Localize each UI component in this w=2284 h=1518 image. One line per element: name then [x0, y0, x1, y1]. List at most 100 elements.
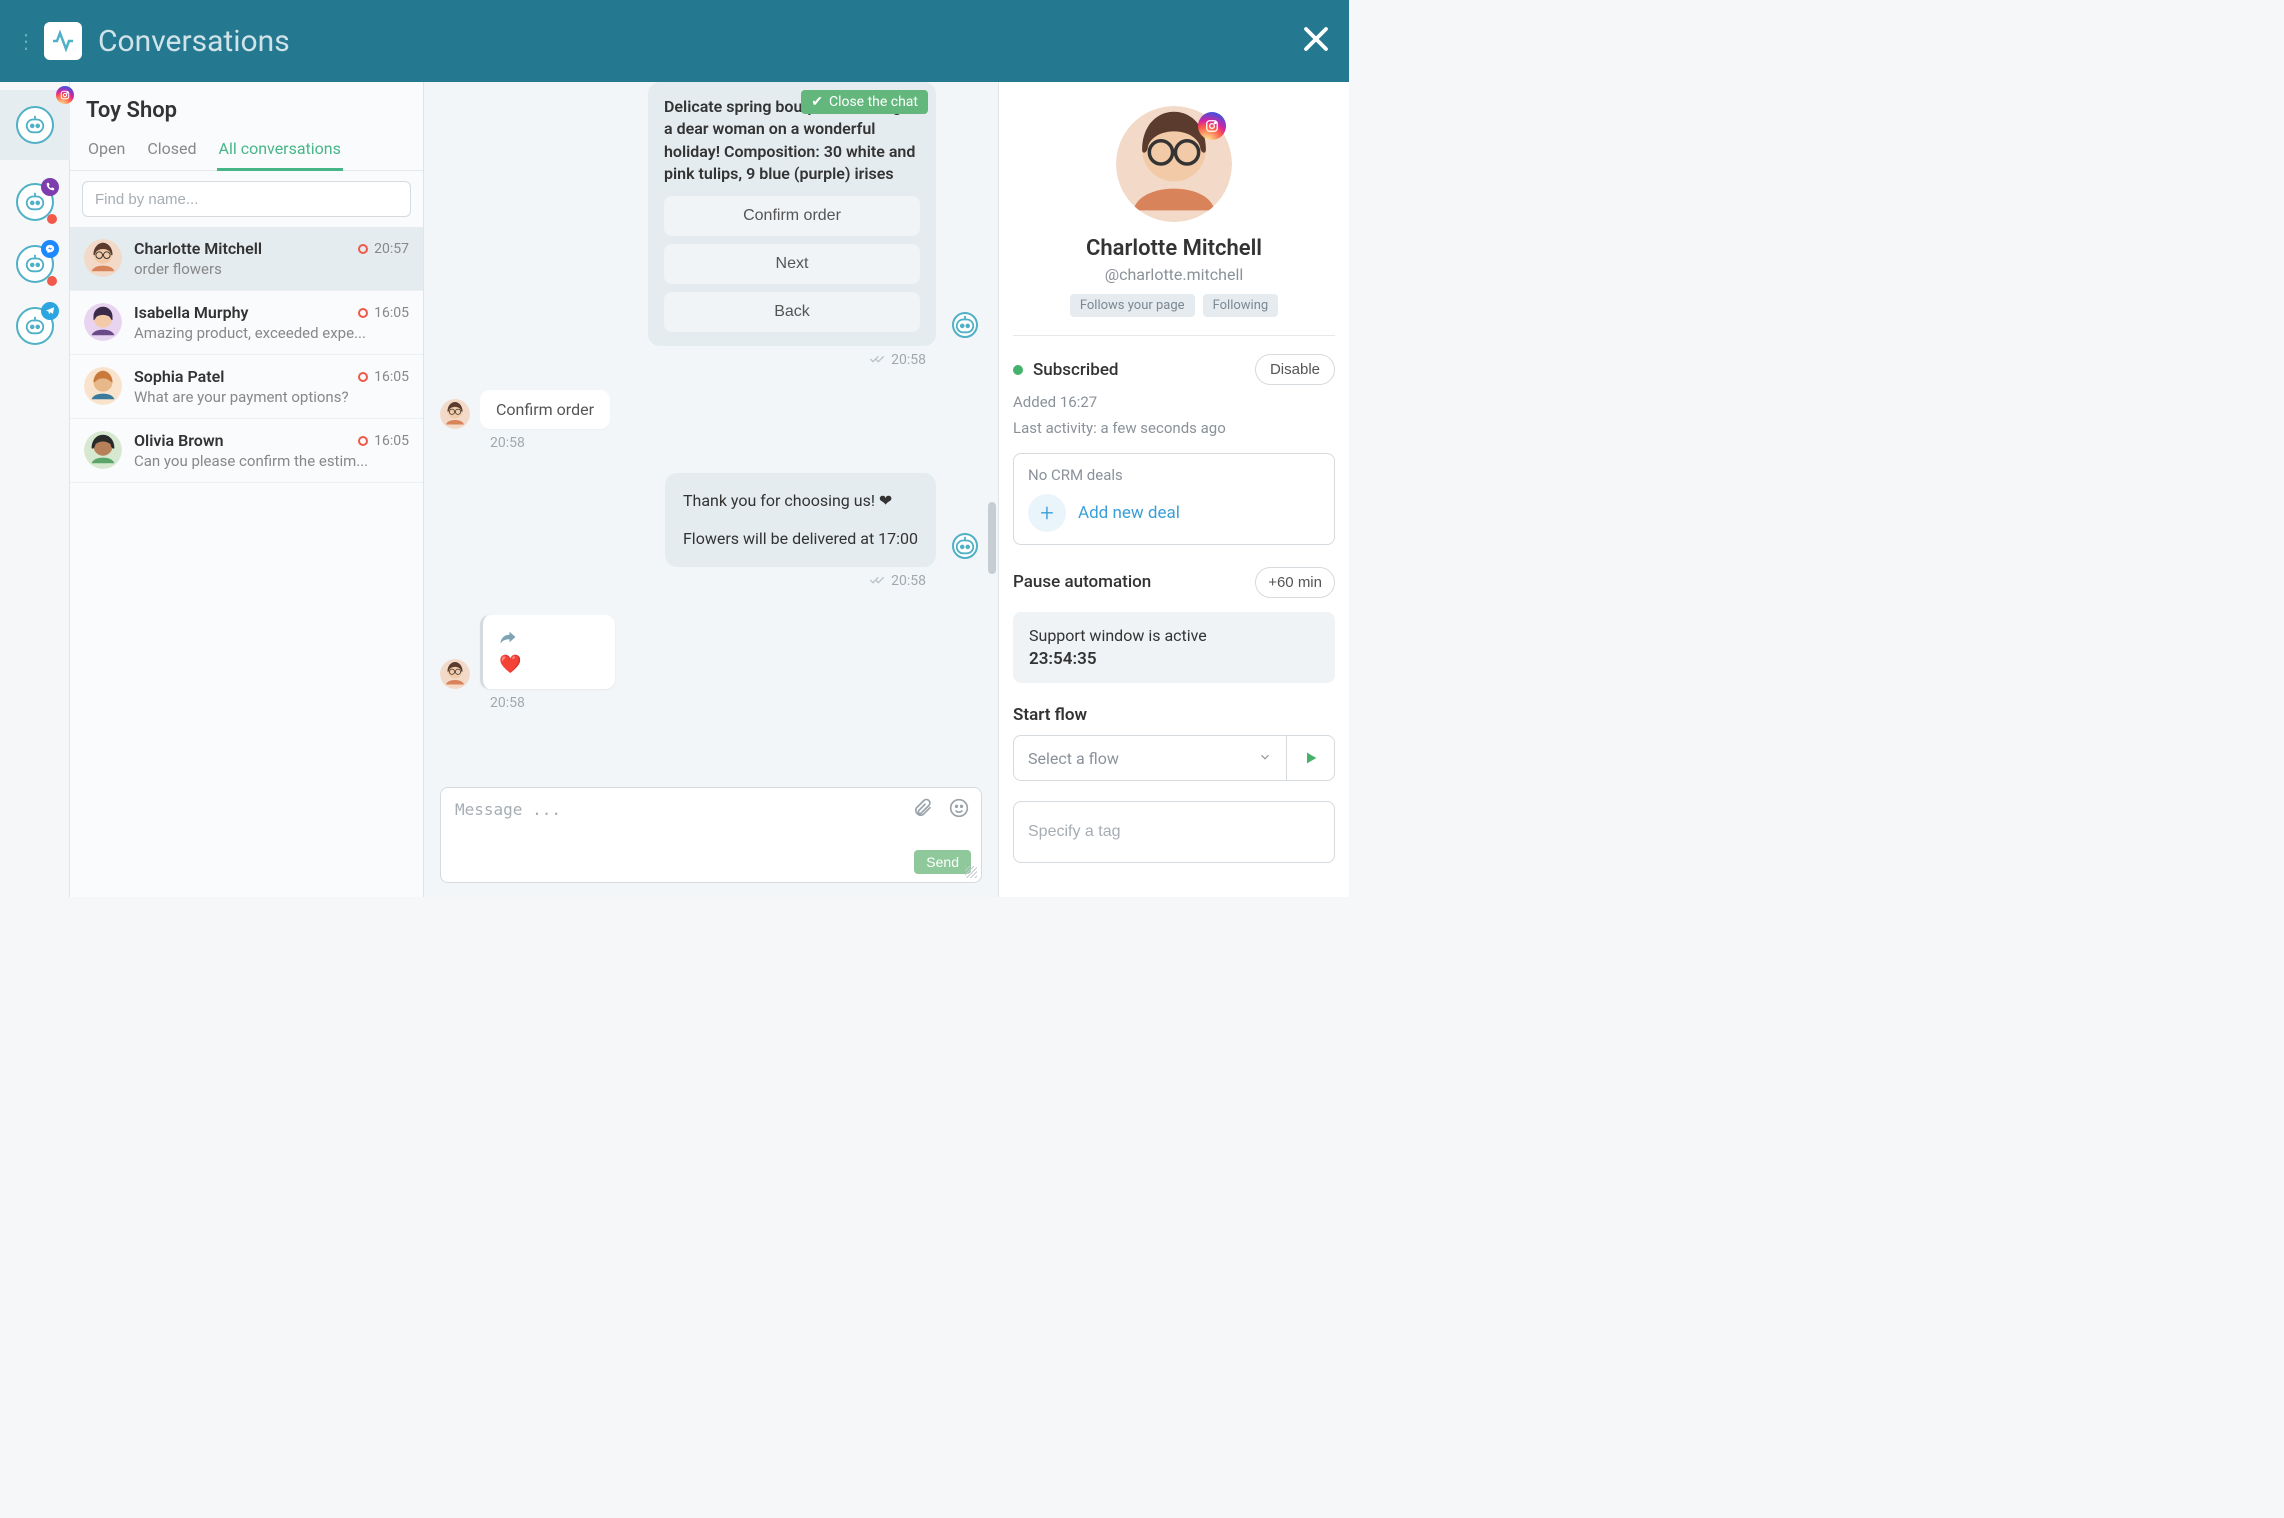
bot-message: Delicate spring bouquet will delight a d…: [648, 82, 936, 346]
subscribed-label: Subscribed: [1033, 360, 1119, 380]
viber-icon: [41, 178, 59, 196]
close-icon[interactable]: [1301, 24, 1331, 58]
conversation-name: Isabella Murphy: [134, 303, 248, 322]
conversation-list-panel: Toy Shop Open Closed All conversations C…: [70, 82, 424, 897]
support-active-label: Support window is active: [1029, 626, 1319, 645]
pause-automation-label: Pause automation: [1013, 571, 1151, 593]
avatar: [440, 399, 470, 429]
run-flow-button[interactable]: [1287, 735, 1335, 781]
chat-panel: ✔Close the chat Delicate spring bouquet …: [424, 82, 999, 897]
topbar-drag-icon[interactable]: ⋮: [16, 29, 36, 53]
bot-rail-item-messenger[interactable]: [15, 244, 55, 284]
crm-none-label: No CRM deals: [1028, 466, 1320, 484]
start-flow-label: Start flow: [1013, 705, 1335, 725]
unread-ring-icon: [358, 436, 368, 446]
telegram-icon: [41, 302, 59, 320]
bot-rail-item-viber[interactable]: [15, 182, 55, 222]
flow-select[interactable]: Select a flow: [1013, 735, 1287, 781]
unread-ring-icon: [358, 372, 368, 382]
plus-icon: +: [1028, 494, 1066, 532]
conversation-preview: What are your payment options?: [134, 388, 409, 406]
bot-message: Thank you for choosing us! ❤ Flowers wil…: [665, 473, 936, 567]
message-timestamp: 20:58: [440, 352, 926, 368]
avatar: [440, 659, 470, 689]
conversation-item[interactable]: Olivia Brown 16:05 Can you please confirm…: [70, 419, 423, 483]
bot-avatar-icon: [952, 533, 978, 559]
profile-handle: @charlotte.mitchell: [1013, 265, 1335, 284]
read-checks-icon: [869, 352, 885, 368]
scrollbar[interactable]: [988, 502, 996, 574]
reaction-emoji: ❤️: [499, 654, 599, 675]
conversation-tabs: Open Closed All conversations: [70, 133, 423, 171]
plus-60-button[interactable]: +60 min: [1255, 567, 1335, 598]
added-meta: Added 16:27: [1013, 393, 1335, 411]
conversation-name: Sophia Patel: [134, 367, 224, 386]
close-chat-button[interactable]: ✔Close the chat: [801, 90, 928, 114]
message-input[interactable]: [441, 788, 981, 850]
check-icon: ✔: [811, 94, 823, 110]
crm-deals-card: No CRM deals + Add new deal: [1013, 453, 1335, 545]
conversation-preview: Amazing product, exceeded expe...: [134, 324, 409, 342]
avatar: [84, 367, 122, 405]
bot-avatar-icon: [952, 312, 978, 338]
avatar: [84, 239, 122, 277]
message-timestamp: 20:58: [490, 435, 982, 451]
conversation-name: Charlotte Mitchell: [134, 239, 262, 258]
conversation-preview: Can you please confirm the estim...: [134, 452, 409, 470]
attachment-icon[interactable]: [913, 798, 933, 823]
instagram-icon: [1198, 112, 1226, 140]
instagram-icon: [56, 86, 74, 104]
conversation-item[interactable]: Sophia Patel 16:05 What are your payment …: [70, 355, 423, 419]
bot-action-back[interactable]: Back: [664, 292, 920, 332]
bot-message-text: Flowers will be delivered at 17:00: [683, 527, 918, 551]
bot-rail-item-instagram[interactable]: [0, 90, 70, 160]
add-deal-button[interactable]: + Add new deal: [1028, 494, 1320, 532]
read-checks-icon: [869, 573, 885, 589]
message-timestamp: 20:58: [490, 695, 982, 711]
conversation-item[interactable]: Charlotte Mitchell 20:57 order flowers: [70, 227, 423, 291]
bot-action-confirm[interactable]: Confirm order: [664, 196, 920, 236]
conversation-item[interactable]: Isabella Murphy16:05 Amazing product, ex…: [70, 291, 423, 355]
app-logo[interactable]: [44, 22, 82, 60]
last-activity-meta: Last activity: a few seconds ago: [1013, 419, 1335, 437]
chevron-down-icon: [1258, 749, 1272, 768]
search-input[interactable]: [82, 181, 411, 217]
conversation-time: 16:05: [358, 433, 409, 449]
notification-dot: [47, 276, 57, 286]
add-deal-label: Add new deal: [1078, 503, 1180, 523]
bot-message-text: Thank you for choosing us! ❤: [683, 489, 918, 513]
bot-rail: [0, 82, 70, 897]
follows-badge: Follows your page: [1070, 294, 1195, 317]
tab-closed[interactable]: Closed: [145, 133, 198, 170]
bot-rail-item-telegram[interactable]: [15, 306, 55, 346]
message-composer: Send: [440, 787, 982, 883]
send-button[interactable]: Send: [914, 850, 971, 874]
status-dot-icon: [1013, 365, 1023, 375]
workspace-title: Toy Shop: [70, 82, 423, 133]
conversation-time: 16:05: [358, 369, 409, 385]
page-title: Conversations: [98, 24, 290, 59]
user-reaction-message: ❤️: [480, 615, 615, 689]
user-message: Confirm order: [480, 390, 610, 429]
tag-input[interactable]: [1013, 801, 1335, 863]
following-badge: Following: [1203, 294, 1279, 317]
profile-name: Charlotte Mitchell: [1013, 236, 1335, 261]
support-window-card: Support window is active 23:54:35: [1013, 612, 1335, 683]
message-timestamp: 20:58: [440, 573, 926, 589]
tab-all[interactable]: All conversations: [217, 133, 343, 170]
bot-action-next[interactable]: Next: [664, 244, 920, 284]
disable-button[interactable]: Disable: [1255, 354, 1335, 385]
emoji-icon[interactable]: [949, 798, 969, 823]
share-icon: [499, 629, 599, 648]
topbar: ⋮ Conversations: [0, 0, 1349, 82]
conversation-time: 20:57: [358, 241, 409, 257]
notification-dot: [47, 214, 57, 224]
conversation-preview: order flowers: [134, 260, 409, 278]
avatar: [84, 431, 122, 469]
avatar: [84, 303, 122, 341]
conversation-name: Olivia Brown: [134, 431, 224, 450]
resize-grip-icon[interactable]: [965, 866, 977, 878]
unread-ring-icon: [358, 244, 368, 254]
tab-open[interactable]: Open: [86, 133, 127, 170]
flow-select-placeholder: Select a flow: [1028, 749, 1119, 768]
